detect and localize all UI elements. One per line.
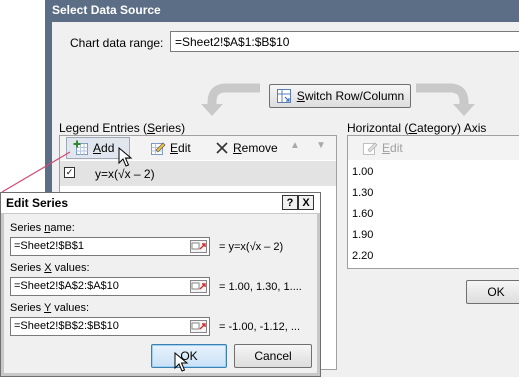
category-item: 1.60 [352, 208, 374, 220]
edit-series-button[interactable]: Edit [150, 137, 191, 159]
select-data-source-title: Select Data Source [52, 3, 161, 17]
series-y-values-preview: = -1.00, -1.12, ... [219, 321, 301, 333]
series-x-values-preview: = 1.00, 1.30, 1.... [219, 281, 302, 293]
collapse-dialog-icon[interactable] [189, 239, 208, 254]
remove-x-icon [216, 142, 228, 154]
series-name-label: y=x(√x – 2) [95, 167, 155, 181]
series-y-values-label: Series Y values: [10, 302, 90, 314]
category-item: 1.30 [352, 187, 374, 199]
close-button[interactable]: X [298, 195, 314, 210]
edit-axis-labels-icon [363, 142, 378, 155]
series-x-values-input[interactable]: =Sheet2!$A$2:$A$10 [10, 277, 210, 296]
mouse-pointer-icon [118, 147, 133, 167]
select-data-source-ok-button[interactable]: OK [466, 280, 519, 304]
series-x-values-label: Series X values: [10, 262, 90, 274]
series-name-input[interactable]: =Sheet2!$B$1 [10, 237, 210, 256]
mouse-pointer-icon [174, 352, 189, 372]
chart-data-range-input[interactable]: =Sheet2!$A$1:$B$10 [170, 31, 519, 52]
curved-arrow-right-icon [416, 83, 475, 116]
series-name-preview: = y=x(√x – 2) [219, 241, 284, 253]
add-series-label: Add [93, 141, 115, 155]
legend-entries-label: Legend Entries (Series) [59, 121, 186, 135]
callout-line [1, 151, 71, 193]
edit-axis-labels-label: Edit [382, 141, 403, 155]
help-button[interactable]: ? [282, 195, 298, 210]
switch-row-column-label: Switch Row/Column [296, 89, 405, 103]
category-item: 1.90 [352, 229, 374, 241]
move-up-icon[interactable]: ▲ [290, 140, 300, 151]
chart-data-range-label: Chart data range: [70, 36, 164, 50]
edit-series-title: Edit Series [6, 196, 69, 210]
curved-arrow-left-icon [201, 83, 260, 116]
remove-series-button[interactable]: Remove [215, 137, 278, 159]
switch-row-column-icon [276, 89, 291, 103]
edit-series-icon [151, 142, 166, 155]
remove-series-label: Remove [233, 141, 278, 155]
series-y-values-input[interactable]: =Sheet2!$B$2:$B$10 [10, 317, 210, 336]
series-name-field-label: Series name: [10, 222, 75, 234]
move-down-icon[interactable]: ▼ [316, 140, 326, 151]
collapse-dialog-icon[interactable] [189, 279, 208, 294]
category-item: 2.20 [352, 250, 374, 262]
edit-axis-labels-button[interactable]: Edit [362, 137, 403, 159]
edit-series-cancel-button[interactable]: Cancel [234, 344, 312, 368]
collapse-dialog-icon[interactable] [189, 319, 208, 334]
edit-series-label: Edit [170, 141, 191, 155]
category-item: 1.00 [352, 166, 374, 178]
switch-row-column-button[interactable]: Switch Row/Column [269, 84, 411, 108]
